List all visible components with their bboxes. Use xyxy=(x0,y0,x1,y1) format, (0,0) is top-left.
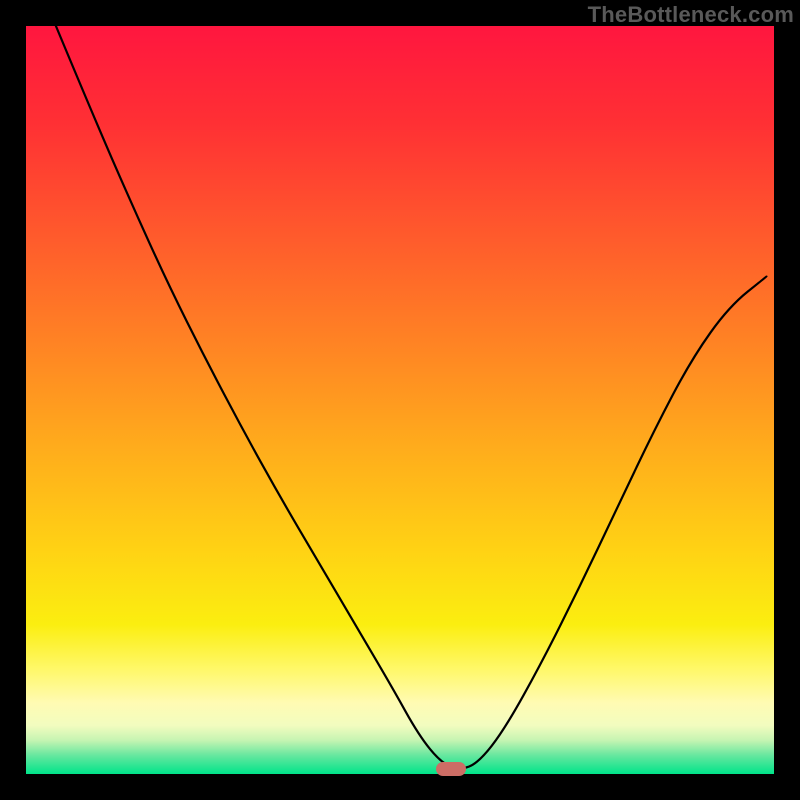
chart-stage: TheBottleneck.com xyxy=(0,0,800,800)
bottleneck-plot xyxy=(0,0,800,800)
optimal-point-marker xyxy=(436,762,466,776)
gradient-background xyxy=(26,26,774,774)
watermark-text: TheBottleneck.com xyxy=(588,2,794,28)
